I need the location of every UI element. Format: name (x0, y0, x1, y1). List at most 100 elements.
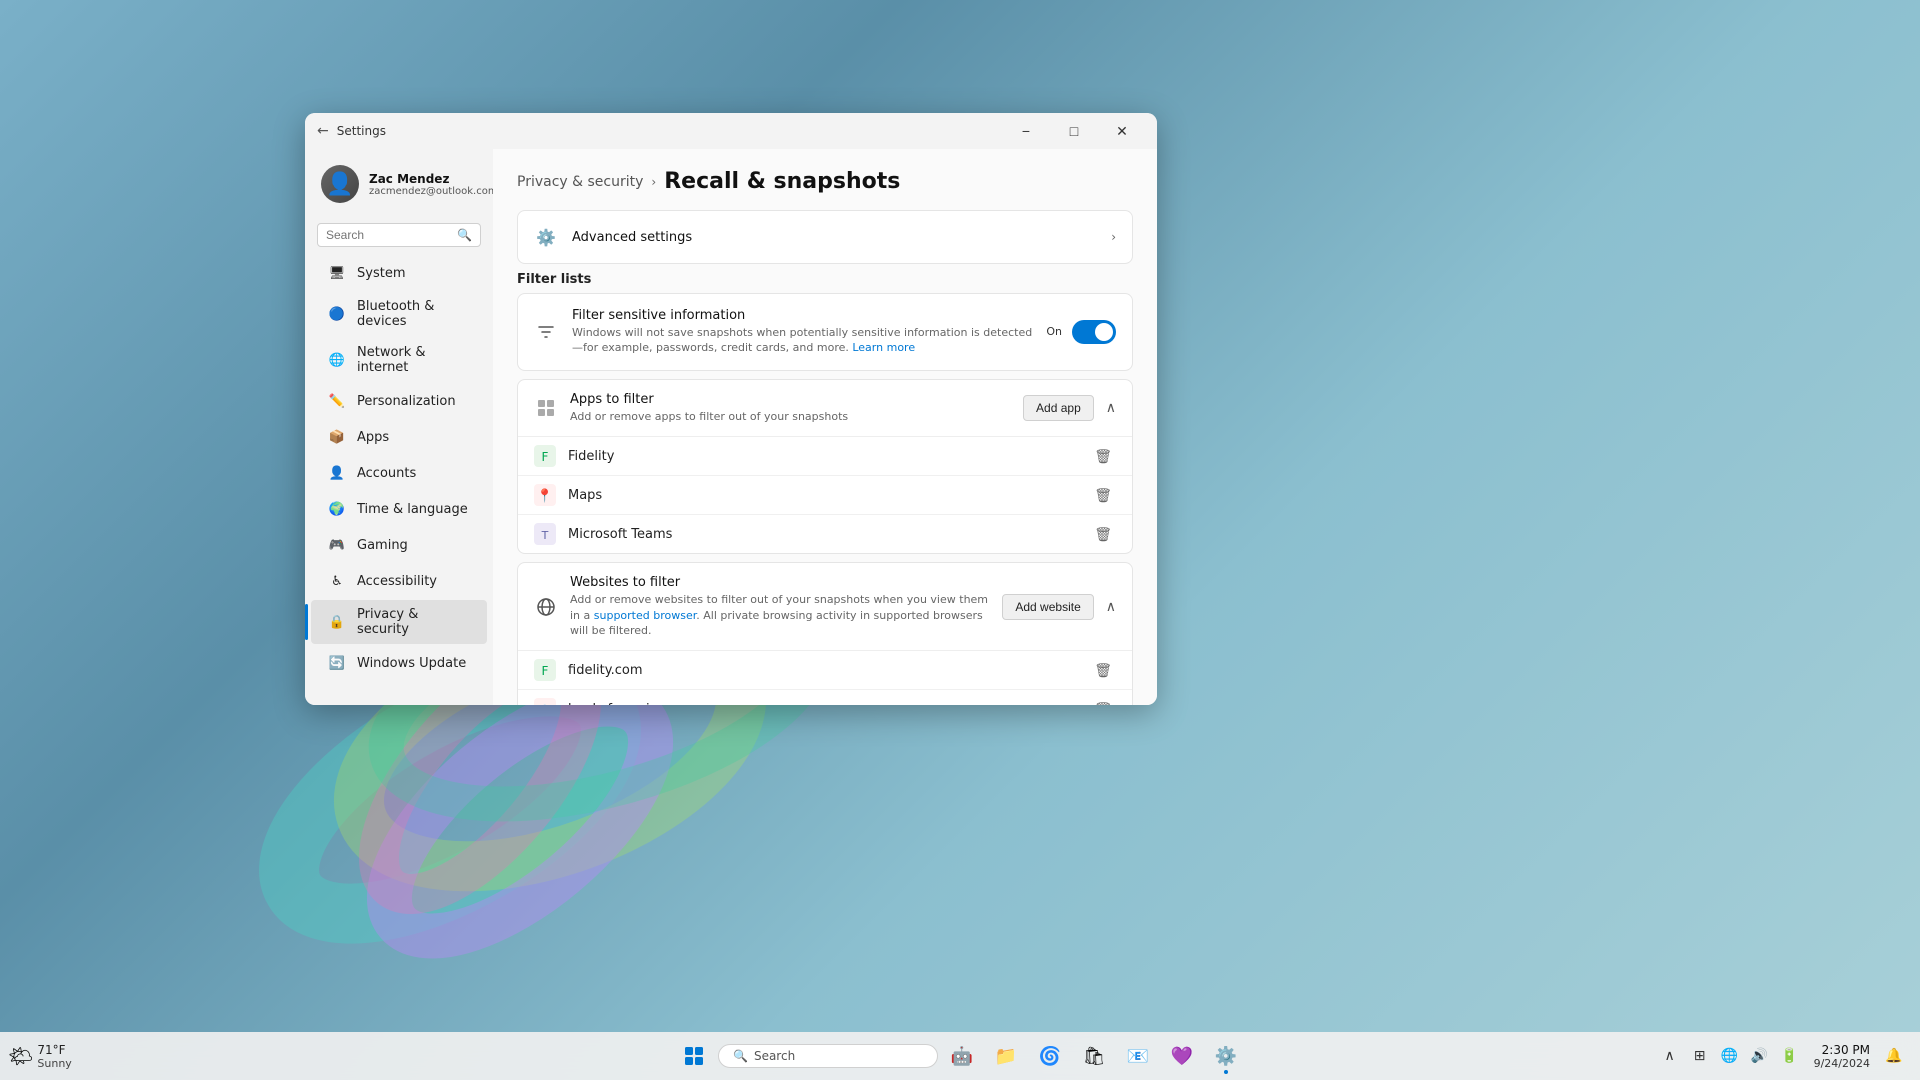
delete-fidelity-button[interactable]: 🗑 (1090, 446, 1116, 467)
sidebar-search-input[interactable] (326, 228, 451, 242)
clock-time: 2:30 PM (1822, 1043, 1870, 1057)
sidebar-item-label: Bluetooth & devices (357, 299, 471, 329)
app-item-fidelity: F Fidelity 🗑 (518, 437, 1132, 476)
sidebar-item-label: Privacy & security (357, 607, 471, 637)
taskbar-center: 🔍 Search 🤖 📁 🌀 🛍 📧 💜 ⚙️ (674, 1036, 1246, 1076)
taskbar-right: ∧ ⊞ 🌐 🔊 🔋 2:30 PM 9/24/2024 🔔 (1656, 1041, 1908, 1072)
user-info: Zac Mendez zacmendez@outlook.com (369, 172, 493, 197)
sidebar-item-bluetooth[interactable]: 🔵 Bluetooth & devices (311, 292, 487, 336)
tray-volume-icon[interactable]: 🔊 (1746, 1042, 1774, 1070)
apps-filter-title: Apps to filter (570, 392, 1011, 407)
app-name-fidelity: Fidelity (568, 449, 1078, 464)
taskbar-search-box[interactable]: 🔍 Search (718, 1044, 938, 1068)
taskbar-copilot[interactable]: 🤖 (942, 1036, 982, 1076)
user-profile[interactable]: 👤 Zac Mendez zacmendez@outlook.com (305, 157, 493, 219)
sidebar-item-time[interactable]: 🌍 Time & language (311, 492, 487, 526)
sidebar-item-accessibility[interactable]: ♿ Accessibility (311, 564, 487, 598)
title-bar-controls: − □ ✕ (1003, 116, 1145, 146)
start-button[interactable] (674, 1036, 714, 1076)
system-icon: 🖥 (327, 263, 347, 283)
tray-battery-icon[interactable]: 🔋 (1776, 1042, 1804, 1070)
delete-maps-button[interactable]: 🗑 (1090, 485, 1116, 506)
breadcrumb-current: Recall & snapshots (664, 169, 900, 194)
delete-teams-button[interactable]: 🗑 (1090, 524, 1116, 545)
tray-network-icon[interactable]: 🌐 (1716, 1042, 1744, 1070)
sidebar-item-network[interactable]: 🌐 Network & internet (311, 338, 487, 382)
update-icon: 🔄 (327, 653, 347, 673)
add-website-button[interactable]: Add website (1002, 594, 1093, 620)
delete-fidelity-web-button[interactable]: 🗑 (1090, 660, 1116, 681)
sidebar-item-label: Time & language (357, 502, 468, 517)
maps-logo: 📍 (534, 484, 556, 506)
sidebar-item-label: Apps (357, 430, 389, 445)
weather-icon: 🌤 (8, 1044, 33, 1068)
app-name-maps: Maps (568, 488, 1078, 503)
tray-window-icon[interactable]: ⊞ (1686, 1042, 1714, 1070)
taskbar-outlook[interactable]: 📧 (1118, 1036, 1158, 1076)
bluetooth-icon: 🔵 (327, 304, 347, 324)
svg-text:T: T (541, 529, 549, 542)
svg-text:F: F (542, 664, 549, 678)
clock-date: 9/24/2024 (1814, 1057, 1870, 1070)
weather-temp: 71°F (37, 1043, 71, 1057)
taskbar-file-explorer[interactable]: 📁 (986, 1036, 1026, 1076)
personalization-icon: ✏️ (327, 391, 347, 411)
sidebar-item-accounts[interactable]: 👤 Accounts (311, 456, 487, 490)
apps-filter-info: Apps to filter Add or remove apps to fil… (570, 392, 1011, 424)
collapse-apps-button[interactable]: ∧ (1106, 399, 1116, 416)
user-email: zacmendez@outlook.com (369, 186, 493, 197)
delete-boa-button[interactable]: 🗑 (1090, 699, 1116, 705)
websites-to-filter-card: Websites to filter Add or remove website… (517, 562, 1133, 705)
advanced-settings-text: Advanced settings (572, 230, 1097, 245)
apps-to-filter-card: Apps to filter Add or remove apps to fil… (517, 379, 1133, 554)
website-name-boa: bankofamerica.com (568, 702, 1078, 705)
apps-filter-icon (534, 396, 558, 420)
collapse-websites-button[interactable]: ∧ (1106, 598, 1116, 615)
websites-filter-desc: Add or remove websites to filter out of … (570, 592, 990, 638)
time-icon: 🌍 (327, 499, 347, 519)
maximize-button[interactable]: □ (1051, 116, 1097, 146)
close-button[interactable]: ✕ (1099, 116, 1145, 146)
accessibility-icon: ♿ (327, 571, 347, 591)
advanced-settings-row[interactable]: ⚙️ Advanced settings › (518, 211, 1132, 263)
supported-browser-link[interactable]: supported browser (594, 609, 696, 622)
sidebar-item-personalization[interactable]: ✏️ Personalization (311, 384, 487, 418)
network-icon: 🌐 (327, 350, 347, 370)
taskbar: 🌤 71°F Sunny 🔍 Search 🤖 📁 🌀 (0, 1032, 1920, 1080)
advanced-settings-card[interactable]: ⚙️ Advanced settings › (517, 210, 1133, 264)
minimize-button[interactable]: − (1003, 116, 1049, 146)
sidebar-item-system[interactable]: 🖥 System (311, 256, 487, 290)
system-clock[interactable]: 2:30 PM 9/24/2024 (1808, 1041, 1876, 1072)
sidebar-search-box[interactable]: 🔍 (317, 223, 481, 247)
taskbar-microsoft-store[interactable]: 🛍 (1074, 1036, 1114, 1076)
taskbar-settings[interactable]: ⚙️ (1206, 1036, 1246, 1076)
settings-window: ← Settings − □ ✕ 👤 Zac Mendez zacmendez@… (305, 113, 1157, 705)
websites-filter-icon (534, 595, 558, 619)
svg-text:F: F (542, 450, 549, 464)
taskbar-edge[interactable]: 🌀 (1030, 1036, 1070, 1076)
weather-widget[interactable]: 🌤 71°F Sunny (0, 1039, 80, 1074)
notification-icon[interactable]: 🔔 (1880, 1042, 1908, 1070)
system-tray: ∧ ⊞ 🌐 🔊 🔋 (1656, 1042, 1804, 1070)
sidebar-item-privacy[interactable]: 🔒 Privacy & security (311, 600, 487, 644)
filter-sensitive-toggle[interactable] (1072, 320, 1116, 344)
sidebar-item-apps[interactable]: 📦 Apps (311, 420, 487, 454)
breadcrumb-parent[interactable]: Privacy & security (517, 174, 643, 190)
boa-logo: 🏦 (534, 698, 556, 705)
sidebar-item-update[interactable]: 🔄 Windows Update (311, 646, 487, 680)
fidelity-logo: F (534, 445, 556, 467)
user-name: Zac Mendez (369, 172, 493, 186)
breadcrumb: Privacy & security › Recall & snapshots (517, 169, 1133, 194)
filter-sensitive-desc: Windows will not save snapshots when pot… (572, 325, 1032, 356)
sidebar-item-label: System (357, 266, 405, 281)
weather-desc: Sunny (37, 1057, 71, 1070)
learn-more-link[interactable]: Learn more (852, 341, 915, 354)
tray-chevron[interactable]: ∧ (1656, 1042, 1684, 1070)
add-app-button[interactable]: Add app (1023, 395, 1094, 421)
sidebar-item-label: Personalization (357, 394, 456, 409)
title-bar: ← Settings − □ ✕ (305, 113, 1157, 149)
back-icon[interactable]: ← (317, 123, 329, 139)
sidebar-item-gaming[interactable]: 🎮 Gaming (311, 528, 487, 562)
sidebar-item-label: Gaming (357, 538, 408, 553)
taskbar-teams[interactable]: 💜 (1162, 1036, 1202, 1076)
